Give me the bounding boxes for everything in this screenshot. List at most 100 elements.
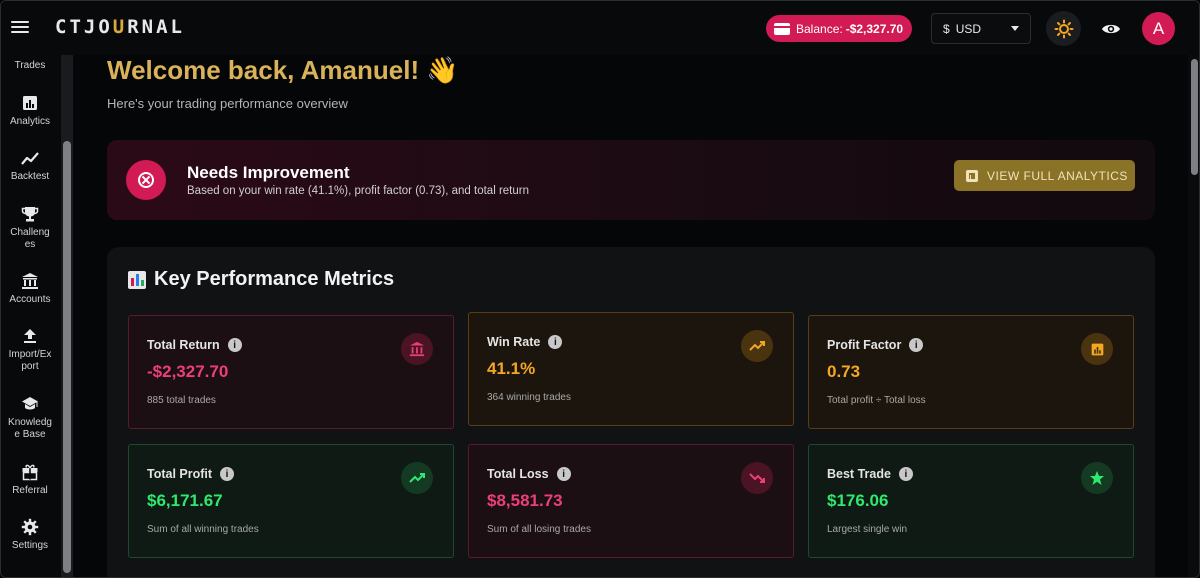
sidebar-item-knowledge-base[interactable]: Knowledg e Base: [1, 395, 59, 441]
theme-toggle-button[interactable]: [1046, 11, 1081, 46]
trend-line-icon: [21, 152, 39, 165]
info-icon[interactable]: i: [909, 338, 924, 352]
sidebar-item-trades[interactable]: Trades: [1, 60, 59, 72]
performance-alert: Needs Improvement Based on your win rate…: [107, 140, 1155, 220]
metric-value: $176.06: [827, 491, 889, 510]
metric-subtext: Sum of all winning trades: [147, 524, 259, 535]
app-window: CTJOURNAL Balance: -$2,327.70 $ USD A Tr…: [0, 0, 1200, 578]
metric-value: 0.73: [827, 362, 861, 381]
sidebar-item-label: Trades: [14, 60, 46, 71]
metric-card-total-loss: Total Loss i $8,581.73 Sum of all losing …: [468, 444, 794, 558]
metric-subtext: 364 winning trades: [487, 392, 571, 403]
sidebar-item-label: Analytics: [9, 116, 50, 127]
metric-card-total-return: Total Return i -$2,327.70 885 total trade…: [128, 315, 454, 429]
sidebar-item-label: Settings: [11, 540, 49, 551]
metric-label: Total Profit: [147, 467, 213, 481]
welcome-subtitle: Here's your trading performance overview: [107, 96, 348, 111]
metric-label: Best Trade: [827, 467, 891, 481]
trending-up-icon: [401, 462, 433, 494]
info-icon[interactable]: i: [220, 467, 235, 481]
currency-value: USD: [955, 21, 982, 36]
sidebar-item-backtest[interactable]: Backtest: [1, 149, 59, 183]
metric-label: Win Rate: [487, 335, 541, 349]
info-icon[interactable]: i: [556, 467, 571, 481]
metric-label-wrapper: Total Loss i: [487, 467, 571, 481]
sidebar-item-challenges[interactable]: Challeng es: [1, 205, 59, 251]
info-icon[interactable]: i: [898, 467, 913, 481]
bar-chart-emoji-icon: [128, 270, 146, 289]
bar-chart-icon: [1081, 333, 1113, 365]
key-metrics-panel: Key Performance Metrics Total Return i -$…: [107, 247, 1155, 577]
balance-label: Balance:: [796, 21, 843, 36]
metric-label: Profit Factor: [827, 338, 902, 352]
view-full-analytics-label: VIEW FULL ANALYTICS: [987, 168, 1128, 183]
bank-icon: [401, 333, 433, 365]
metrics-heading-text: Key Performance Metrics: [154, 268, 395, 290]
metric-label-wrapper: Total Return i: [147, 338, 242, 352]
top-bar: CTJOURNAL Balance: -$2,327.70 $ USD A: [1, 1, 1199, 55]
metric-subtext: Sum of all losing trades: [487, 524, 591, 535]
visibility-toggle-button[interactable]: [1097, 15, 1125, 43]
metric-card-total-profit: Total Profit i $6,171.67 Sum of all winni…: [128, 444, 454, 558]
sidebar-item-accounts[interactable]: Accounts: [1, 272, 59, 306]
metrics-heading: Key Performance Metrics: [128, 268, 394, 291]
metric-label-wrapper: Total Profit i: [147, 467, 235, 481]
caret-down-icon: [1011, 26, 1019, 31]
sidebar-item-label: Accounts: [9, 294, 51, 305]
sidebar-item-label: Referral: [12, 485, 48, 496]
eye-icon: [1102, 24, 1120, 34]
metric-value: $6,171.67: [147, 491, 223, 510]
currency-select[interactable]: $ USD: [931, 13, 1031, 44]
gift-icon: [22, 464, 38, 481]
sidebar-item-import-export[interactable]: Import/Ex port: [1, 327, 59, 373]
page-scrollbar-thumb[interactable]: [1191, 59, 1198, 175]
alert-description: Based on your win rate (41.1%), profit f…: [187, 185, 529, 197]
app-logo[interactable]: CTJOURNAL: [55, 16, 185, 38]
metric-label-wrapper: Win Rate i: [487, 335, 563, 349]
alert-title: Needs Improvement: [187, 163, 350, 182]
sidebar-scrollbar[interactable]: [61, 55, 73, 577]
sidebar-item-label: Challeng es: [10, 227, 50, 250]
sidebar-item-settings[interactable]: Settings: [1, 518, 59, 552]
credit-card-icon: [774, 22, 790, 35]
trending-down-icon: [741, 462, 773, 494]
logo-text-end: RNAL: [127, 16, 185, 38]
metric-value: -$2,327.70: [147, 362, 229, 381]
info-icon[interactable]: i: [548, 335, 563, 349]
sidebar-scrollbar-thumb[interactable]: [63, 141, 71, 573]
currency-symbol: $: [943, 21, 950, 36]
sidebar-item-label: Import/Ex port: [8, 349, 52, 372]
metric-card-win-rate: Win Rate i 41.1% 364 winning trades: [468, 312, 794, 426]
user-avatar[interactable]: A: [1142, 12, 1175, 45]
trending-up-icon: [741, 330, 773, 362]
logo-text-accent: U: [112, 16, 128, 38]
metric-card-best-trade: Best Trade i $176.06 Largest single win: [808, 444, 1134, 558]
metric-label: Total Return: [147, 338, 220, 352]
bank-icon: [22, 273, 38, 289]
sun-icon: [1054, 19, 1073, 38]
error-circle-icon: [126, 160, 166, 200]
hamburger-menu-icon[interactable]: [11, 18, 29, 36]
upload-icon: [24, 329, 36, 343]
bar-chart-icon: [23, 96, 37, 110]
metric-label: Total Loss: [487, 467, 549, 481]
info-icon[interactable]: i: [227, 338, 242, 352]
star-icon: [1081, 462, 1113, 494]
page-scrollbar[interactable]: [1188, 55, 1199, 577]
analytics-icon: [966, 169, 978, 182]
main-content: Welcome back, Amanuel! 👋 Here's your tra…: [73, 55, 1188, 577]
sidebar-item-referral[interactable]: Referral: [1, 463, 59, 497]
logo-text-start: CTJO: [55, 16, 113, 38]
welcome-heading: Welcome back, Amanuel! 👋: [107, 55, 459, 85]
gear-icon: [21, 518, 39, 536]
sidebar-item-analytics[interactable]: Analytics: [1, 94, 59, 128]
metric-subtext: Total profit ÷ Total loss: [827, 395, 926, 406]
sidebar-item-label: Backtest: [10, 171, 50, 182]
metric-subtext: 885 total trades: [147, 395, 216, 406]
balance-badge[interactable]: Balance: -$2,327.70: [766, 15, 912, 42]
metric-label-wrapper: Profit Factor i: [827, 338, 924, 352]
sidebar-item-label: Knowledg e Base: [8, 417, 52, 440]
metric-value: 41.1%: [487, 359, 536, 378]
metric-value: $8,581.73: [487, 491, 563, 510]
view-full-analytics-button[interactable]: VIEW FULL ANALYTICS: [954, 160, 1135, 191]
